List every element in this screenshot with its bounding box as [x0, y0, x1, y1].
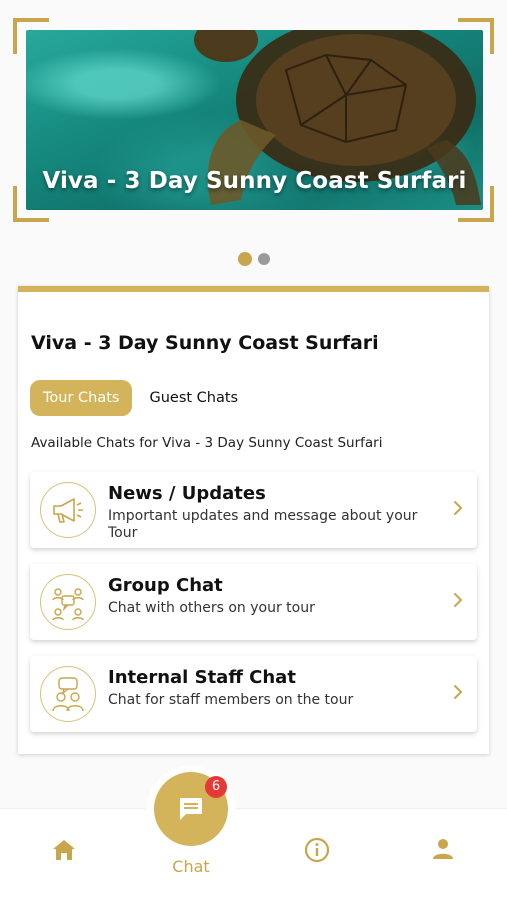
- chat-item-title: Group Chat: [108, 575, 223, 596]
- megaphone-icon: [40, 482, 96, 538]
- tour-title: Viva - 3 Day Sunny Coast Surfari: [31, 332, 379, 354]
- frame-corner-top-left: [13, 18, 49, 54]
- nav-chat-label[interactable]: Chat: [0, 857, 382, 876]
- chevron-right-icon: [453, 500, 463, 520]
- chat-item-subtitle: Important updates and message about your…: [108, 508, 418, 541]
- available-chats-caption: Available Chats for Viva - 3 Day Sunny C…: [31, 435, 383, 451]
- chevron-right-icon: [453, 684, 463, 704]
- chat-item-title: Internal Staff Chat: [108, 667, 296, 688]
- chat-icon: [180, 798, 202, 820]
- hero-carousel[interactable]: Viva - 3 Day Sunny Coast Surfari: [13, 18, 494, 222]
- tab-guest-chats[interactable]: Guest Chats: [136, 380, 251, 416]
- carousel-pagination: [0, 252, 507, 266]
- chat-tabs: Tour Chats Guest Chats: [30, 380, 251, 416]
- frame-corner-bottom-left: [13, 186, 49, 222]
- carousel-dot-active[interactable]: [237, 252, 252, 266]
- staff-chat-icon: [40, 666, 96, 722]
- chat-item-subtitle: Chat for staff members on the tour: [108, 692, 354, 708]
- chevron-right-icon: [453, 592, 463, 612]
- profile-icon: [433, 839, 453, 859]
- chat-item-news-updates[interactable]: News / Updates Important updates and mes…: [30, 472, 477, 548]
- carousel-dot[interactable]: [257, 253, 270, 265]
- group-chat-icon: [40, 574, 96, 630]
- hero-image: Viva - 3 Day Sunny Coast Surfari: [26, 30, 483, 210]
- tour-chats-card: Viva - 3 Day Sunny Coast Surfari Tour Ch…: [18, 286, 489, 754]
- chat-item-title: News / Updates: [108, 483, 266, 504]
- frame-corner-top-right: [458, 18, 494, 54]
- tab-tour-chats[interactable]: Tour Chats: [30, 380, 133, 416]
- hero-title: Viva - 3 Day Sunny Coast Surfari: [42, 168, 467, 194]
- chat-item-group-chat[interactable]: Group Chat Chat with others on your tour: [30, 564, 477, 640]
- frame-corner-bottom-right: [458, 186, 494, 222]
- chat-notification-badge: 6: [205, 776, 227, 798]
- bottom-navigation: [0, 808, 507, 901]
- chat-item-subtitle: Chat with others on your tour: [108, 600, 315, 616]
- chat-item-internal-staff-chat[interactable]: Internal Staff Chat Chat for staff membe…: [30, 656, 477, 732]
- nav-profile-button[interactable]: [432, 838, 454, 864]
